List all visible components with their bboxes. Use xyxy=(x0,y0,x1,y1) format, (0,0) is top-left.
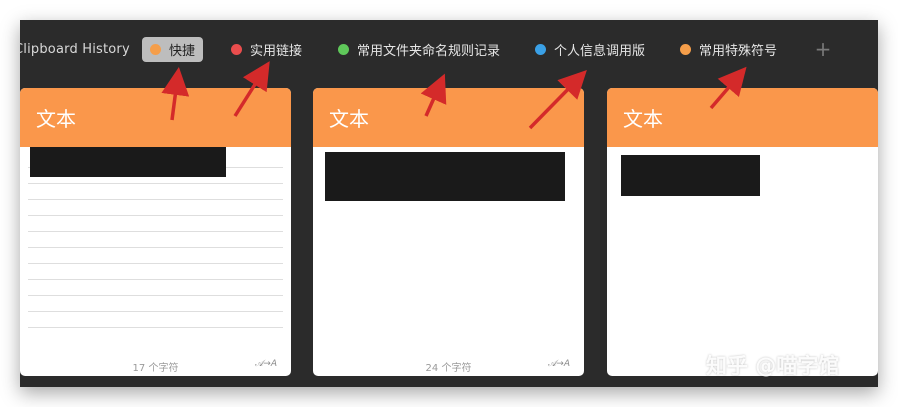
tab-bar: Clipboard History 快捷 实用链接 常用文件夹命名规则记录 个人… xyxy=(20,20,878,80)
redacted-text-block xyxy=(30,147,226,177)
tab-label: 实用链接 xyxy=(250,44,303,59)
clipboard-card[interactable]: 文本 xyxy=(607,88,878,376)
card-type-label: 文本 xyxy=(623,107,663,131)
card-header: 文本 xyxy=(607,88,878,147)
tab-color-dot xyxy=(231,44,242,55)
clipboard-card[interactable]: 文本 24 个字符 𝒜→A xyxy=(313,88,584,376)
card-header: 文本 xyxy=(313,88,584,147)
tab-label: 常用特殊符号 xyxy=(699,44,778,59)
tab-useful-links[interactable]: 实用链接 xyxy=(223,37,310,62)
tab-folder-naming-rules[interactable]: 常用文件夹命名规则记录 xyxy=(330,37,508,62)
watermark: 知乎 @喵字馆 xyxy=(706,354,840,378)
tab-color-dot xyxy=(338,44,349,55)
app-title: Clipboard History xyxy=(20,42,130,57)
char-count: 17 个字符 xyxy=(132,363,179,374)
card-content xyxy=(607,147,878,376)
redacted-text-block xyxy=(621,155,760,196)
add-tab-button[interactable]: + xyxy=(812,36,834,62)
card-type-label: 文本 xyxy=(36,107,76,131)
tab-color-dot xyxy=(680,44,691,55)
tab-kuaijie[interactable]: 快捷 xyxy=(142,37,204,62)
tab-label: 快捷 xyxy=(169,44,196,59)
card-footer: 24 个字符 𝒜→A xyxy=(313,354,584,376)
tab-label: 个人信息调用版 xyxy=(554,44,646,59)
card-footer: 17 个字符 𝒜→A xyxy=(20,354,291,376)
tab-personal-info[interactable]: 个人信息调用版 xyxy=(527,37,653,62)
clipboard-card[interactable]: 文本 17 个字符 𝒜→A xyxy=(20,88,291,376)
redacted-text-block xyxy=(325,152,565,201)
tab-special-symbols[interactable]: 常用特殊符号 xyxy=(672,37,785,62)
card-header: 文本 xyxy=(20,88,291,147)
card-content xyxy=(313,147,584,376)
card-content xyxy=(20,147,291,376)
tab-color-dot xyxy=(150,44,161,55)
tab-color-dot xyxy=(535,44,546,55)
clipboard-app-window: Clipboard History 快捷 实用链接 常用文件夹命名规则记录 个人… xyxy=(20,20,878,387)
card-type-label: 文本 xyxy=(329,107,369,131)
tab-label: 常用文件夹命名规则记录 xyxy=(357,44,501,59)
text-format-icon[interactable]: 𝒜→A xyxy=(255,359,277,369)
text-format-icon[interactable]: 𝒜→A xyxy=(548,359,570,369)
char-count: 24 个字符 xyxy=(425,363,472,374)
